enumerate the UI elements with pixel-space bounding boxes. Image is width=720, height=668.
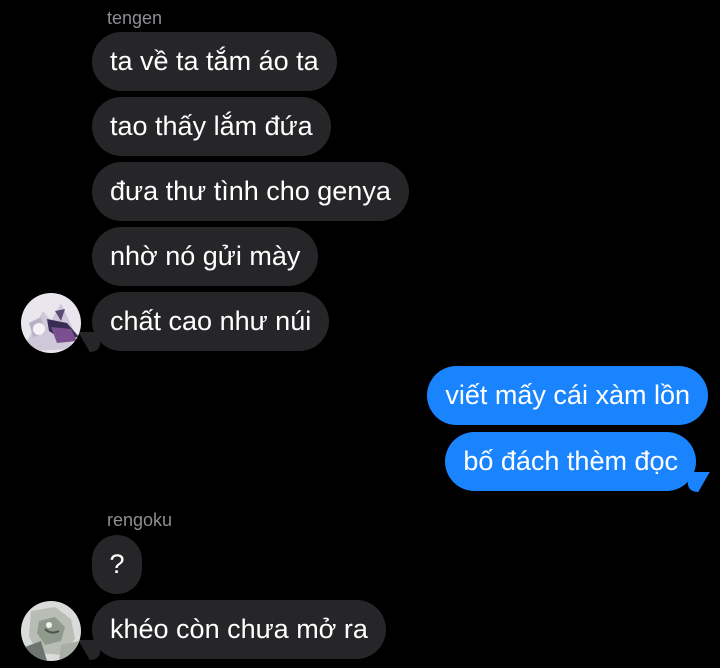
- sender-name-rengoku: rengoku: [107, 510, 173, 530]
- avatar-tengen[interactable]: [21, 293, 81, 353]
- avatar-rengoku-image: [21, 601, 81, 661]
- sender-name-tengen: tengen: [107, 8, 163, 28]
- outgoing-message-bubble[interactable]: bố đách thèm đọc: [445, 432, 696, 491]
- avatar-tengen-image: [21, 293, 81, 353]
- message-bubble[interactable]: khéo còn chưa mở ra: [92, 600, 386, 659]
- message-bubble[interactable]: đưa thư tình cho genya: [92, 162, 409, 221]
- avatar-rengoku[interactable]: [21, 601, 81, 661]
- message-bubble[interactable]: tao thấy lắm đứa: [92, 97, 331, 156]
- message-bubble[interactable]: ta về ta tắm áo ta: [92, 32, 337, 91]
- message-bubble[interactable]: chất cao như núi: [92, 292, 330, 351]
- message-bubble[interactable]: nhờ nó gửi mày: [92, 227, 319, 286]
- outgoing-message-bubble[interactable]: viết mấy cái xàm lồn: [427, 366, 708, 425]
- message-bubble[interactable]: ?: [92, 535, 142, 594]
